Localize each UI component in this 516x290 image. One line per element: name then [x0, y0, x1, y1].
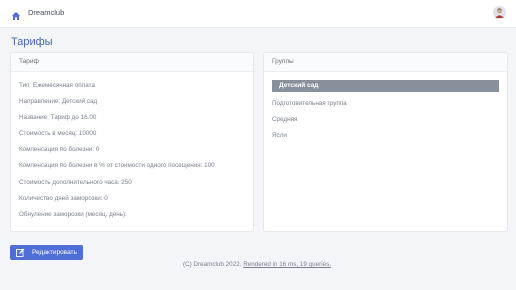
tariff-extra-hour-cost: Стоимость дополнительного часа: 250 — [19, 179, 132, 186]
footer-render-info[interactable]: Rendered in 16 ms, 19 queries. — [243, 261, 331, 268]
edit-button[interactable]: Редактировать — [10, 245, 83, 260]
groups-card-title: Группы — [264, 53, 507, 72]
tariff-sick-compensation-percent: Компенсация по болезни в % от стоимости … — [19, 162, 215, 169]
tariff-sick-compensation: Компенсация по болезни: 0 — [19, 146, 100, 153]
footer-copyright: (C) Dreamclub 2022. — [183, 261, 242, 268]
page-title: Тарифы — [11, 36, 53, 48]
groups-card: Группы Детский сад Подготовительная груп… — [263, 52, 508, 232]
edit-icon — [16, 248, 25, 257]
tariff-name: Название: Тариф до 16.00 — [19, 114, 97, 121]
footer: (C) Dreamclub 2022. Rendered in 16 ms, 1… — [183, 261, 331, 268]
group-item-nursery[interactable]: Ясли — [272, 132, 287, 139]
top-navbar: Dreamclub — [0, 0, 516, 28]
tariff-freeze-days: Количество дней заморозки: 0 — [19, 195, 108, 202]
home-icon[interactable] — [11, 8, 21, 20]
tariff-type: Тип: Ежемесячная оплата — [19, 82, 95, 89]
group-item-middle[interactable]: Средняя — [272, 116, 297, 123]
tariff-card-title: Тариф — [11, 53, 253, 72]
tariff-freeze-reset: Обнуление заморозки (месяц, день): — [19, 211, 127, 218]
group-item-kindergarten[interactable]: Детский сад — [272, 80, 499, 92]
tariff-direction: Направление: Детский сад — [19, 98, 98, 105]
group-item-preparatory[interactable]: Подготовительная группа — [272, 100, 347, 107]
brand-link[interactable]: Dreamclub — [28, 8, 64, 17]
user-avatar[interactable] — [493, 6, 506, 19]
edit-button-label: Редактировать — [32, 249, 77, 256]
tariff-monthly-cost: Стоимость в месяц: 10000 — [19, 130, 97, 137]
tariff-card: Тариф Тип: Ежемесячная оплата Направлени… — [10, 52, 254, 232]
